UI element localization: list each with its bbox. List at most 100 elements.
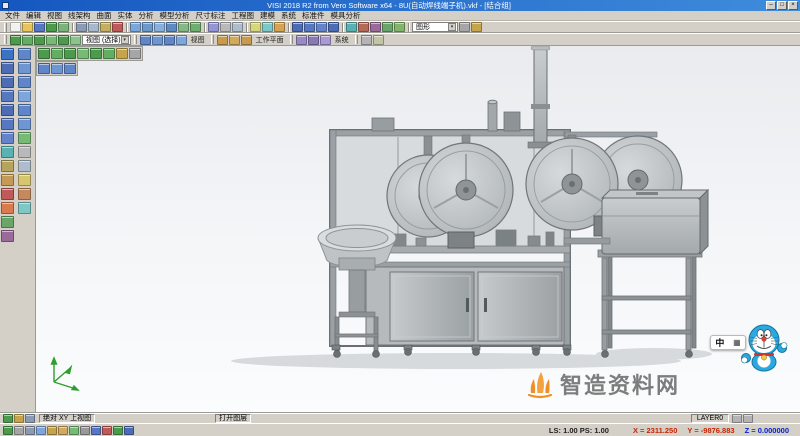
machine-3d-model[interactable] <box>36 46 800 412</box>
menu-standard-parts[interactable]: 标准件 <box>299 10 328 21</box>
snap-grid-icon[interactable] <box>51 48 63 59</box>
save-icon[interactable] <box>34 22 45 32</box>
rail-extend-icon[interactable] <box>1 202 14 214</box>
select-face-icon[interactable] <box>22 35 33 45</box>
rail-dimension-icon[interactable] <box>1 174 14 186</box>
rail-polyline-icon[interactable] <box>1 132 14 144</box>
wireframe-view-icon[interactable] <box>220 22 231 32</box>
layers-icon[interactable] <box>250 22 261 32</box>
rail-hidden-line-icon[interactable] <box>18 160 31 172</box>
notes-icon[interactable] <box>373 35 384 45</box>
maximize-button[interactable]: □ <box>777 1 787 10</box>
rail-light-icon[interactable] <box>18 174 31 186</box>
rail-view-left-icon[interactable] <box>18 118 31 130</box>
snap-end-icon[interactable] <box>64 48 76 59</box>
workplane-custom-icon[interactable] <box>241 35 252 45</box>
system-macro-icon[interactable] <box>320 35 331 45</box>
copy-icon[interactable] <box>88 22 99 32</box>
minimize-button[interactable]: – <box>766 1 776 10</box>
rail-spline-icon[interactable] <box>1 146 14 158</box>
dropdown-arrow-icon[interactable]: ▾ <box>448 23 456 31</box>
swatch-blue-icon[interactable] <box>124 426 134 435</box>
cut-icon[interactable] <box>76 22 87 32</box>
rail-arc-icon[interactable] <box>1 90 14 102</box>
rail-wireframe-icon[interactable] <box>18 146 31 158</box>
rail-render-icon[interactable] <box>18 202 31 214</box>
osnap-toggle-icon[interactable] <box>47 426 57 435</box>
zoom-window-icon[interactable] <box>154 22 165 32</box>
view-top-icon[interactable] <box>152 35 163 45</box>
hidden-line-icon[interactable] <box>232 22 243 32</box>
new-file-icon[interactable] <box>10 22 21 32</box>
rail-material-icon[interactable] <box>18 188 31 200</box>
lineweight-icon[interactable] <box>80 426 90 435</box>
snap-toggle-icon[interactable] <box>3 426 13 435</box>
view-front-icon[interactable] <box>164 35 175 45</box>
shaded-view-icon[interactable] <box>208 22 219 32</box>
menu-view[interactable]: 视图 <box>44 10 65 21</box>
close-button[interactable]: × <box>788 1 798 10</box>
view-iso-icon[interactable] <box>140 35 151 45</box>
layer-state-icon[interactable] <box>91 426 101 435</box>
move-icon[interactable] <box>38 63 50 74</box>
paste-icon[interactable] <box>100 22 111 32</box>
rail-shade-icon[interactable] <box>18 132 31 144</box>
rail-point-icon[interactable] <box>1 62 14 74</box>
menu-modeling[interactable]: 建模 <box>257 10 278 21</box>
boolean-icon[interactable] <box>370 22 381 32</box>
select-edge-icon[interactable] <box>34 35 45 45</box>
next-view-icon[interactable] <box>743 414 753 423</box>
menu-edit[interactable]: 编辑 <box>23 10 44 21</box>
view-lock-icon[interactable] <box>25 414 35 423</box>
grid-icon[interactable] <box>459 22 470 32</box>
zoom-fit-icon[interactable] <box>166 22 177 32</box>
ime-language-indicator[interactable]: 中 <box>715 336 724 349</box>
rail-offset-icon[interactable] <box>1 216 14 228</box>
open-file-icon[interactable] <box>22 22 33 32</box>
rail-view-right-icon[interactable] <box>18 90 31 102</box>
mask-icon[interactable] <box>70 35 81 45</box>
layer-indicator[interactable]: LAYER0 <box>691 414 729 423</box>
menu-surface[interactable]: 曲面 <box>94 10 115 21</box>
select-chain-icon[interactable] <box>58 35 69 45</box>
selection-mode-combo[interactable]: 视图 (选择)▾ <box>82 35 131 45</box>
redo-icon[interactable] <box>58 22 69 32</box>
ortho-icon[interactable] <box>116 48 128 59</box>
menu-wireframe[interactable]: 线架构 <box>65 10 94 21</box>
graphics-combo[interactable]: 图形▾ <box>412 22 458 32</box>
polar-toggle-icon[interactable] <box>36 426 46 435</box>
swatch-green-icon[interactable] <box>113 426 123 435</box>
snap-intersect-icon[interactable] <box>103 48 115 59</box>
snap-mid-icon[interactable] <box>77 48 89 59</box>
wcs-icon[interactable] <box>38 48 50 59</box>
chamfer-icon[interactable] <box>394 22 405 32</box>
menu-system[interactable]: 系统 <box>278 10 299 21</box>
menu-dimension[interactable]: 尺寸标注 <box>193 10 229 21</box>
menu-analysis[interactable]: 分析 <box>136 10 157 21</box>
otrack-toggle-icon[interactable] <box>58 426 68 435</box>
coords-mode-icon[interactable] <box>3 414 13 423</box>
rail-mirror-icon[interactable] <box>1 230 14 242</box>
selection-filter-icon[interactable] <box>262 22 273 32</box>
workplane-xz-icon[interactable] <box>229 35 240 45</box>
rail-view-front-icon[interactable] <box>18 76 31 88</box>
swatch-red-icon[interactable] <box>102 426 112 435</box>
zoom-out-icon[interactable] <box>142 22 153 32</box>
rail-text-icon[interactable] <box>1 160 14 172</box>
rail-rectangle-icon[interactable] <box>1 118 14 130</box>
snap-center-icon[interactable] <box>90 48 102 59</box>
viewport-3d[interactable]: 智造资料网 中 ▦ <box>36 46 800 412</box>
pan-icon[interactable] <box>178 22 189 32</box>
rail-trim-icon[interactable] <box>1 188 14 200</box>
zoom-in-icon[interactable] <box>130 22 141 32</box>
delete-icon[interactable] <box>112 22 123 32</box>
rail-circle-icon[interactable] <box>1 104 14 116</box>
surface-icon[interactable] <box>346 22 357 32</box>
point-icon[interactable] <box>292 22 303 32</box>
rotate-icon[interactable] <box>51 63 63 74</box>
plane-lock-icon[interactable] <box>14 414 24 423</box>
construction-icon[interactable] <box>129 48 141 59</box>
select-icon[interactable] <box>10 35 21 45</box>
measure-icon[interactable] <box>274 22 285 32</box>
prev-view-icon[interactable] <box>732 414 742 423</box>
